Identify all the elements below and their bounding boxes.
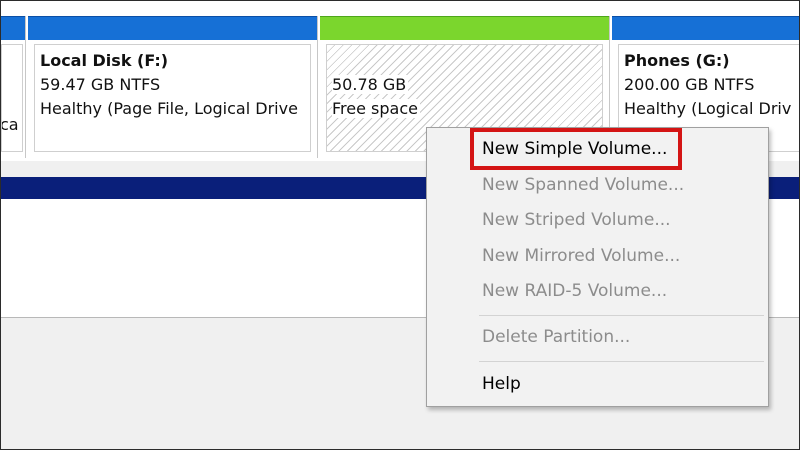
partition-body: Local Disk (F:) 59.47 GB NTFS Healthy (P… <box>34 44 311 152</box>
partition-status: Healthy (Page File, Logical Drive <box>40 99 298 118</box>
menu-item-new-raid5-volume[interactable]: New RAID-5 Volume... <box>482 280 667 302</box>
partition-status: Free space <box>332 99 420 118</box>
partition-color-bar <box>612 16 799 40</box>
partition-name: Local Disk (F:) <box>40 51 169 70</box>
partition-size: 50.78 GB <box>332 75 409 94</box>
partition-left-cut[interactable]: ca <box>1 16 26 158</box>
menu-item-new-mirrored-volume[interactable]: New Mirrored Volume... <box>482 245 680 267</box>
menu-separator <box>479 361 764 362</box>
menu-item-new-spanned-volume[interactable]: New Spanned Volume... <box>482 174 684 196</box>
partition-color-bar <box>1 16 25 40</box>
partition-name: Phones (G:) <box>624 51 730 70</box>
context-menu: New Simple Volume... New Spanned Volume.… <box>426 127 769 407</box>
partition-status: Healthy (Logical Driv <box>624 99 792 118</box>
disk-management-window: ca Local Disk (F:) 59.47 GB NTFS Healthy… <box>0 0 800 450</box>
menu-item-delete-partition[interactable]: Delete Partition... <box>482 326 630 348</box>
partition-status: ca <box>1 115 19 134</box>
partition-size: 200.00 GB NTFS <box>624 75 755 94</box>
highlight-annotation-box <box>470 128 682 170</box>
menu-item-help[interactable]: Help <box>482 373 521 395</box>
partition-color-bar <box>320 16 609 40</box>
partition-local-disk-f[interactable]: Local Disk (F:) 59.47 GB NTFS Healthy (P… <box>28 16 318 158</box>
partition-size: 59.47 GB NTFS <box>40 75 161 94</box>
menu-item-new-striped-volume[interactable]: New Striped Volume... <box>482 209 671 231</box>
menu-separator <box>479 315 764 316</box>
partition-color-bar <box>28 16 317 40</box>
partition-body: ca <box>1 44 23 152</box>
